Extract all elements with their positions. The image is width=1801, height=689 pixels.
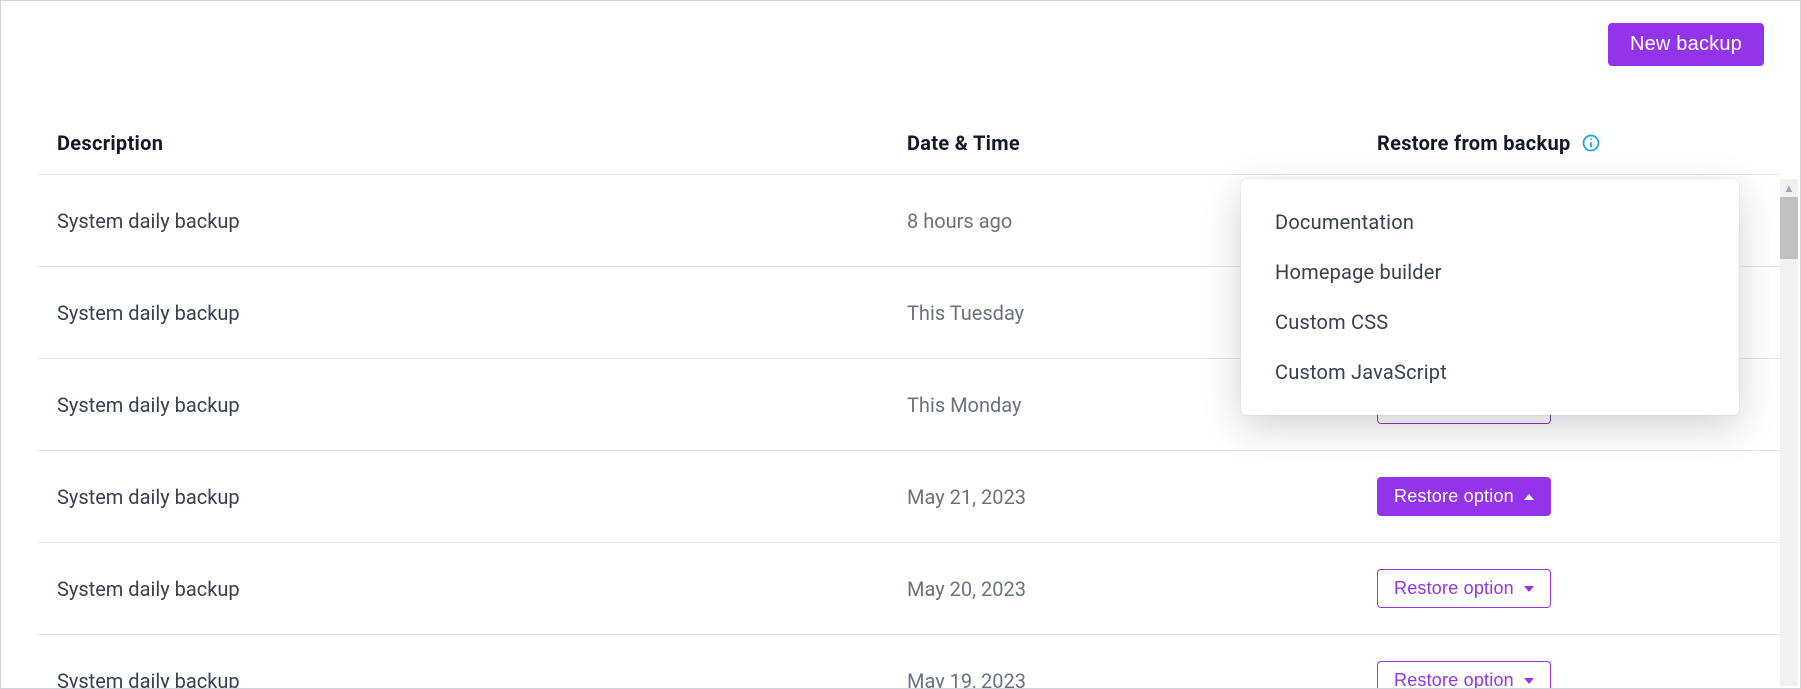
table-header: Description Date & Time Restore from bac…: [37, 131, 1780, 174]
cell-restore: Restore option: [1377, 477, 1760, 516]
cell-restore: Restore option: [1377, 569, 1760, 608]
cell-restore: Restore option: [1377, 661, 1760, 688]
dropdown-item[interactable]: Homepage builder: [1241, 247, 1739, 297]
scrollbar-thumb[interactable]: [1780, 197, 1798, 259]
column-header-restore: Restore from backup: [1377, 131, 1760, 155]
cell-description: System daily backup: [57, 669, 907, 689]
chevron-down-icon: [1524, 678, 1534, 684]
cell-description: System daily backup: [57, 393, 907, 417]
scrollbar-up-icon[interactable]: ▲: [1780, 179, 1798, 197]
dropdown-item[interactable]: Custom JavaScript: [1241, 347, 1739, 397]
cell-datetime: May 20, 2023: [907, 577, 1377, 601]
scrollbar[interactable]: ▲: [1780, 179, 1798, 686]
restore-option-button[interactable]: Restore option: [1377, 661, 1551, 688]
backups-panel: New backup Description Date & Time Resto…: [0, 0, 1801, 689]
cell-description: System daily backup: [57, 485, 907, 509]
restore-option-button[interactable]: Restore option: [1377, 477, 1551, 516]
chevron-up-icon: [1524, 494, 1534, 500]
cell-datetime: May 21, 2023: [907, 485, 1377, 509]
header-actions: New backup: [1608, 23, 1764, 66]
table-row: System daily backupMay 21, 2023 Restore o…: [37, 450, 1780, 542]
restore-option-dropdown[interactable]: DocumentationHomepage builderCustom CSSC…: [1241, 179, 1739, 415]
info-icon[interactable]: [1581, 133, 1601, 153]
new-backup-button[interactable]: New backup: [1608, 23, 1764, 66]
column-header-datetime: Date & Time: [907, 131, 1377, 155]
table-row: System daily backupMay 19, 2023 Restore o…: [37, 634, 1780, 688]
dropdown-item[interactable]: Custom CSS: [1241, 297, 1739, 347]
restore-option-label: Restore option: [1394, 486, 1514, 507]
chevron-down-icon: [1524, 586, 1534, 592]
cell-description: System daily backup: [57, 577, 907, 601]
dropdown-item[interactable]: Documentation: [1241, 197, 1739, 247]
table-row: System daily backupMay 20, 2023 Restore o…: [37, 542, 1780, 634]
cell-description: System daily backup: [57, 209, 907, 233]
restore-option-button[interactable]: Restore option: [1377, 569, 1551, 608]
column-header-restore-label: Restore from backup: [1377, 131, 1571, 155]
cell-description: System daily backup: [57, 301, 907, 325]
cell-datetime: May 19, 2023: [907, 669, 1377, 689]
column-header-description: Description: [57, 131, 907, 155]
restore-option-label: Restore option: [1394, 578, 1514, 599]
restore-option-label: Restore option: [1394, 670, 1514, 688]
